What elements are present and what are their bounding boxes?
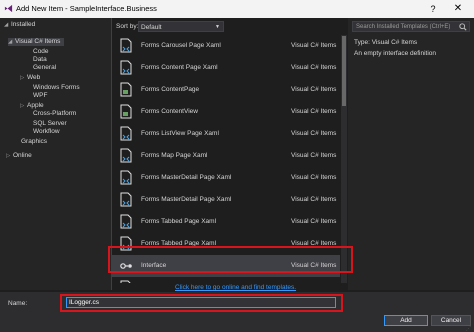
tree-item[interactable]: Code [26, 48, 49, 56]
scrollbar-thumb[interactable] [342, 36, 346, 106]
template-row[interactable]: Forms ListView Page Xaml Visual C# Items [112, 123, 340, 145]
tree-installed[interactable]: ◢ Installed [4, 21, 35, 29]
template-category: Visual C# Items [291, 86, 337, 93]
xaml-page-icon [120, 192, 132, 207]
template-row[interactable]: Forms ContentPage Visual C# Items [112, 79, 340, 101]
template-row[interactable]: Forms ContentView Visual C# Items [112, 101, 340, 123]
tree-item-label: Visual C# Items [15, 38, 61, 45]
template-row[interactable]: Forms MasterDetail Page Xaml Visual C# It… [112, 167, 340, 189]
tree-item[interactable]: ▷ Online [6, 152, 32, 160]
template-name: Forms ContentPage [141, 86, 200, 93]
tree-item[interactable]: ▷ Web [20, 74, 40, 82]
tree-item-label: Windows Forms [33, 84, 80, 91]
cancel-button[interactable]: Cancel [431, 315, 471, 326]
tree-item-label: Web [27, 74, 41, 81]
template-name: Forms MasterDetail Page Xaml [141, 174, 232, 181]
xaml-page-icon [120, 126, 132, 141]
template-row[interactable]: Forms Carousel Page Xaml Visual C# Items [112, 35, 340, 57]
template-category: Visual C# Items [291, 174, 337, 181]
csharp-page-icon [120, 104, 132, 119]
tree-item[interactable]: General [26, 64, 56, 72]
tree-item[interactable]: Cross-Platform [26, 110, 76, 118]
tree-item-label: Cross-Platform [33, 110, 77, 117]
template-name: Forms Content Page Xaml [141, 64, 218, 71]
expand-arrow-icon[interactable]: ▷ [20, 74, 27, 82]
tree-item-label: Data [33, 56, 47, 63]
tree-item-label: SQL Server [33, 120, 67, 127]
tree-item[interactable]: Windows Forms [26, 84, 80, 92]
tree-item-label: WPF [33, 92, 48, 99]
xaml-page-icon [120, 214, 132, 229]
template-name: Forms Carousel Page Xaml [141, 42, 221, 49]
online-templates-link[interactable]: Click here to go online and find templat… [175, 284, 296, 291]
collapse-arrow-icon: ◢ [4, 22, 9, 28]
tree-item[interactable]: Data [26, 56, 47, 64]
tree-item-label: Workflow [33, 128, 60, 135]
template-name: Forms MasterDetail Page Xaml [141, 196, 232, 203]
details-panel [348, 18, 474, 290]
detail-type: Type: Visual C# Items [354, 39, 418, 46]
category-tree: ◢ Installed ◢ Visual C# Items Code Data Gener… [0, 18, 112, 290]
template-category: Visual C# Items [291, 218, 337, 225]
resize-grip-icon[interactable]: ⋰ [466, 326, 471, 332]
tree-item[interactable]: Graphics [14, 138, 47, 146]
tree-item-label: Graphics [21, 138, 48, 145]
tree-item[interactable]: ▷ Apple [20, 102, 44, 110]
sort-dropdown[interactable]: Default ▼ [138, 21, 224, 32]
template-row[interactable]: Forms Tabbed Page Xaml Visual C# Items [112, 211, 340, 233]
template-name: Forms Tabbed Page Xaml [141, 218, 217, 225]
sort-label: Sort by: [116, 23, 139, 30]
visual-studio-icon [4, 4, 13, 13]
template-category: Visual C# Items [291, 130, 337, 137]
template-category: Visual C# Items [291, 196, 337, 203]
tree-item[interactable]: ◢ Visual C# Items [8, 38, 65, 46]
tree-item-label: Apple [27, 102, 44, 109]
expand-arrow-icon[interactable]: ▷ [6, 152, 13, 160]
close-button[interactable]: ✕ [449, 2, 467, 16]
xaml-page-icon [120, 38, 132, 53]
help-button[interactable]: ? [424, 2, 442, 16]
template-row[interactable]: Forms Content Page Xaml Visual C# Items [112, 57, 340, 79]
form-icon [120, 280, 131, 283]
template-name: Forms ListView Page Xaml [141, 130, 219, 137]
csharp-page-icon [120, 82, 132, 97]
expand-arrow-icon[interactable]: ▷ [20, 102, 27, 110]
tree-item[interactable]: Workflow [26, 128, 60, 136]
template-row[interactable]: Windows FormVisual C# Items [112, 277, 340, 283]
name-highlight-box [60, 294, 343, 312]
tree-item-label: General [33, 64, 57, 71]
interface-highlight-box [108, 246, 353, 273]
template-category: Visual C# Items [291, 64, 337, 71]
xaml-page-icon [120, 170, 132, 185]
window-title: Add New Item - SampleInterface.Business [16, 4, 157, 13]
collapse-arrow-icon[interactable]: ◢ [8, 38, 15, 46]
tree-item[interactable]: SQL Server [26, 120, 67, 128]
tree-item-label: Code [33, 48, 49, 55]
template-category: Visual C# Items [291, 108, 337, 115]
template-category: Visual C# Items [291, 42, 337, 49]
search-icon [459, 23, 467, 31]
template-name: Forms ContentView [141, 108, 198, 115]
chevron-down-icon: ▼ [215, 24, 220, 30]
search-placeholder: Search Installed Templates (Ctrl+E) [356, 24, 451, 30]
tree-item-label: Online [13, 152, 32, 159]
template-name: Forms Map Page Xaml [141, 152, 208, 159]
tree-item[interactable]: WPF [26, 92, 47, 100]
sort-bar: Sort by: Default ▼ [112, 20, 347, 34]
xaml-page-icon [120, 60, 132, 75]
sort-value: Default [141, 24, 162, 31]
template-row[interactable]: Forms MasterDetail Page Xaml Visual C# It… [112, 189, 340, 211]
template-row[interactable]: Forms Map Page Xaml Visual C# Items [112, 145, 340, 167]
detail-description: An empty interface definition [354, 50, 437, 57]
xaml-page-icon [120, 148, 132, 163]
add-button[interactable]: Add [384, 315, 428, 326]
template-category: Visual C# Items [291, 152, 337, 159]
title-bar: Add New Item - SampleInterface.Business … [0, 0, 474, 18]
name-label: Name: [8, 300, 28, 307]
search-input[interactable]: Search Installed Templates (Ctrl+E) [352, 21, 470, 32]
